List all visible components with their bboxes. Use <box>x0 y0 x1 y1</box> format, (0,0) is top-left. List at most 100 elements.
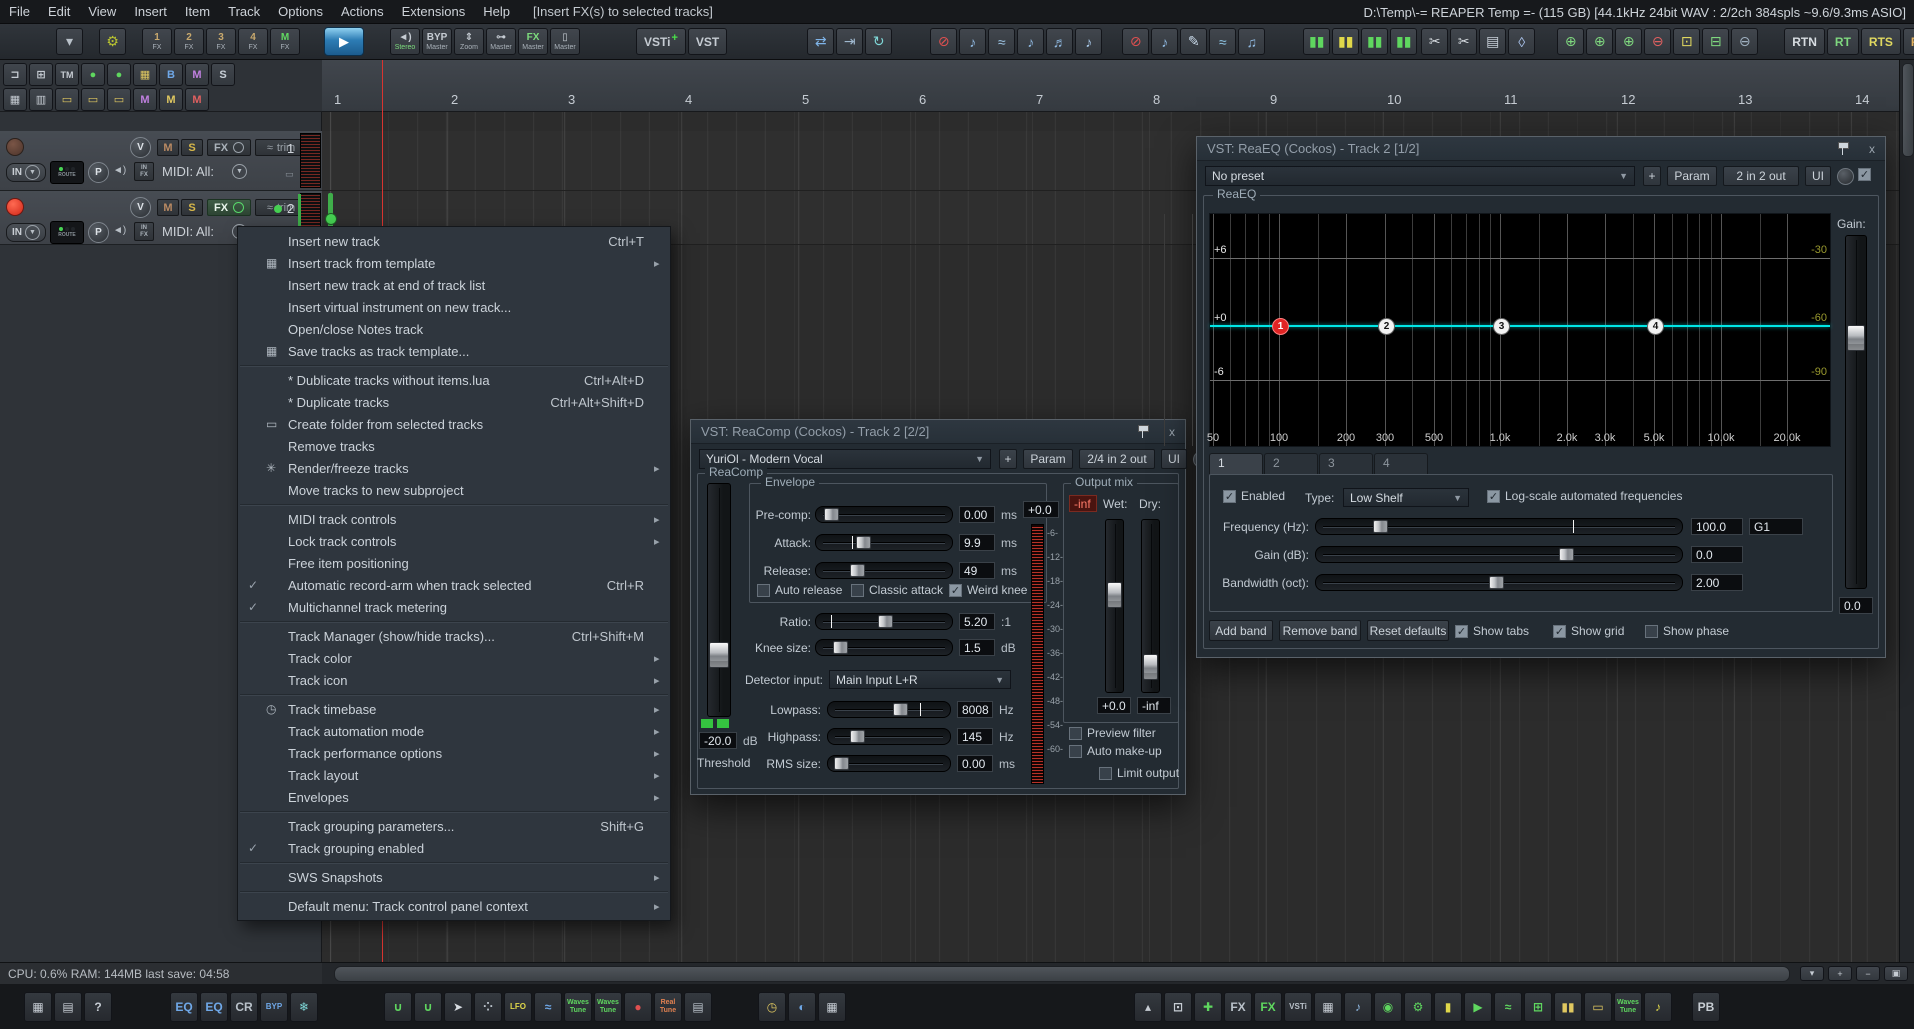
menu-item-insert-new-track[interactable]: Insert new trackCtrl+T <box>238 230 670 252</box>
folder-icon[interactable]: ▭ <box>1584 992 1612 1022</box>
grid-icon[interactable]: ▦ <box>3 88 27 111</box>
pin-icon[interactable] <box>1137 425 1149 439</box>
pre-comp-value[interactable]: 0.00 <box>959 506 995 523</box>
eq-band-point-4[interactable]: 4 <box>1647 318 1664 335</box>
pan-knob[interactable]: P <box>88 222 109 243</box>
slider-thumb[interactable] <box>1489 576 1504 589</box>
stereo-master-icon[interactable]: ◄)Stereo <box>390 28 420 55</box>
volume-knob[interactable]: V <box>130 137 151 158</box>
eq-band-point-3[interactable]: 3 <box>1493 318 1510 335</box>
menu-item-track-grouping-enabled[interactable]: ✓Track grouping enabled <box>238 837 670 859</box>
speaker-icon[interactable]: ◄) <box>113 225 126 236</box>
note-icon[interactable]: ♪ <box>1151 28 1178 55</box>
monitor-icon[interactable]: ● <box>107 63 131 86</box>
rts-icon[interactable]: RTS <box>1903 28 1914 55</box>
midi-chevron-icon[interactable]: ▼ <box>232 164 247 179</box>
note-icon[interactable]: ♪ <box>959 28 986 55</box>
input-level-value[interactable]: -inf <box>1069 495 1097 512</box>
dropdown-arrow-icon[interactable]: ▾ <box>56 28 83 55</box>
highpass-value[interactable]: 145 <box>957 728 993 745</box>
auto-release-checkbox[interactable]: Auto release <box>757 583 842 597</box>
solo-button[interactable]: S <box>181 199 203 216</box>
knee-size-slider[interactable] <box>815 639 953 656</box>
snap-icon[interactable]: ⁘ <box>474 992 502 1022</box>
reaeq-enable-checkbox[interactable]: ✓ <box>1858 168 1871 181</box>
marker-icon[interactable]: M <box>159 88 183 111</box>
reaeq-preset-dropdown[interactable]: No preset▼ <box>1205 166 1635 186</box>
input-fx-button[interactable]: INFX <box>134 162 154 181</box>
menu-item-duplicate-tracks[interactable]: * Duplicate tracksCtrl+Alt+Shift+D <box>238 391 670 413</box>
slider-thumb[interactable] <box>878 615 893 628</box>
output-level-value[interactable]: +0.0 <box>1023 501 1059 518</box>
lowpass-slider[interactable] <box>827 701 951 718</box>
fx-power-icon[interactable] <box>233 202 244 213</box>
wave-note-icon[interactable]: ≈ <box>1209 28 1236 55</box>
vertical-scrollbar[interactable] <box>1899 60 1914 962</box>
track-manager-icon[interactable]: TM <box>55 63 79 86</box>
menu-item-track-icon[interactable]: Track icon▸ <box>238 669 670 691</box>
rms-size-value[interactable]: 0.00 <box>957 755 993 772</box>
up-icon[interactable]: ▴ <box>1134 992 1162 1022</box>
fit-button[interactable]: ▣ <box>1884 966 1908 981</box>
show-tabs-checkbox[interactable]: ✓Show tabs <box>1455 624 1529 638</box>
vsti-icon[interactable]: VSTi+ <box>636 28 686 55</box>
monitor-icon[interactable]: ◉ <box>1374 992 1402 1022</box>
menu-item-automatic-record-arm-when-track-selected[interactable]: ✓Automatic record-arm when track selecte… <box>238 574 670 596</box>
route-button[interactable]: ROUTE <box>50 221 84 244</box>
magnet-icon[interactable]: ∪ <box>414 992 442 1022</box>
dry-fader[interactable] <box>1141 519 1160 693</box>
highpass-slider[interactable] <box>827 728 951 745</box>
limit-output-checkbox[interactable]: Limit output <box>1099 766 1179 780</box>
play-icon[interactable]: ▶ <box>324 27 364 56</box>
vscroll-thumb[interactable] <box>1902 63 1914 157</box>
ui-toggle-button[interactable]: UI <box>1805 166 1831 186</box>
gear-icon[interactable]: ⚙ <box>1404 992 1432 1022</box>
frequency-hz-slider[interactable] <box>1315 518 1683 535</box>
lfo-icon[interactable]: LFO <box>504 992 532 1022</box>
ruler-icon[interactable]: ▤ <box>684 992 712 1022</box>
volume-knob[interactable]: V <box>130 197 151 218</box>
freeze-icon[interactable]: ❄ <box>290 992 318 1022</box>
marker-icon[interactable]: M <box>185 63 209 86</box>
razor-icon[interactable]: ▤ <box>1479 28 1506 55</box>
folder-icon[interactable]: ▦ <box>133 63 157 86</box>
pre-comp-slider[interactable] <box>815 506 953 523</box>
zoom-center-icon[interactable]: ⊕ <box>1615 28 1642 55</box>
band-type-dropdown[interactable]: Low Shelf▼ <box>1343 488 1469 507</box>
menu-item-sws-snapshots[interactable]: SWS Snapshots▸ <box>238 866 670 888</box>
scissors-icon[interactable]: ✂ <box>1450 28 1477 55</box>
midi-input-label[interactable]: MIDI: All: <box>162 164 214 179</box>
knee-size-value[interactable]: 1.5 <box>959 639 995 656</box>
fx-slot-4-icon[interactable]: 4FX <box>238 28 268 55</box>
split-icon[interactable]: ⊐ <box>3 63 27 86</box>
zoom-v-icon[interactable]: ⊕ <box>1586 28 1613 55</box>
input-fx-button[interactable]: INFX <box>134 222 154 241</box>
eq-band-point-2[interactable]: 2 <box>1378 318 1395 335</box>
release-value[interactable]: 49 <box>959 562 995 579</box>
threshold-value[interactable]: -20.0 <box>699 732 737 749</box>
pan-knob[interactable]: P <box>88 162 109 183</box>
slider-thumb[interactable] <box>1373 520 1388 533</box>
menu-extensions[interactable]: Extensions <box>393 0 475 24</box>
pin-icon[interactable] <box>1837 142 1849 156</box>
mono-master-icon[interactable]: ⊶Master <box>486 28 516 55</box>
help-icon[interactable]: ? <box>84 992 112 1022</box>
fader-thumb[interactable] <box>1847 325 1865 351</box>
menu-item-insert-new-track-at-end-of-track-list[interactable]: Insert new track at end of track list <box>238 274 670 296</box>
detector-input-dropdown[interactable]: Main Input L+R▼ <box>829 670 1011 689</box>
hscroll-thumb[interactable] <box>334 966 1790 982</box>
menu-item-open-close-notes-track[interactable]: Open/close Notes track <box>238 318 670 340</box>
note-icon[interactable]: ♪ <box>1644 992 1672 1022</box>
fx-slot-m-icon[interactable]: MFX <box>270 28 300 55</box>
remove-band-button[interactable]: Remove band <box>1279 620 1361 641</box>
menu-item-dublicate-tracks-without-items-lua[interactable]: * Dublicate tracks without items.luaCtrl… <box>238 369 670 391</box>
menu-item-insert-virtual-instrument-on-new-track[interactable]: Insert virtual instrument on new track..… <box>238 296 670 318</box>
menu-item-track-automation-mode[interactable]: Track automation mode▸ <box>238 720 670 742</box>
input-select-button[interactable]: IN▼ <box>6 223 46 242</box>
envelope-wave-icon[interactable]: ≈ <box>988 28 1015 55</box>
bypass-master-icon[interactable]: BYPMaster <box>422 28 452 55</box>
wave-icon[interactable]: ≈ <box>534 992 562 1022</box>
wet-knob[interactable] <box>1837 168 1854 185</box>
rms-size-slider[interactable] <box>827 755 951 772</box>
menu-item-move-tracks-to-new-subproject[interactable]: Move tracks to new subproject <box>238 479 670 501</box>
